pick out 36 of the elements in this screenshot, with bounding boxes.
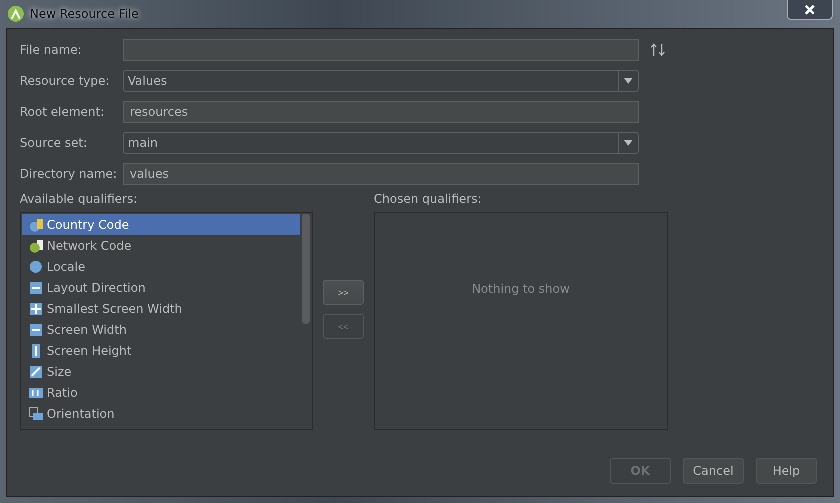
field-label: Source set: bbox=[20, 136, 88, 150]
move-button[interactable]: >> bbox=[323, 280, 364, 305]
scrollbar-thumb[interactable] bbox=[302, 214, 310, 324]
window-title: New Resource File bbox=[30, 7, 140, 21]
close-button[interactable] bbox=[787, 0, 833, 20]
screens-icon bbox=[29, 406, 43, 420]
list-item[interactable]: Network Code bbox=[22, 235, 300, 256]
globe-icon bbox=[29, 260, 43, 274]
readonly-field: resources bbox=[123, 101, 639, 123]
list-item[interactable]: Size bbox=[22, 361, 300, 382]
field-label: File name: bbox=[20, 43, 83, 57]
section-label: Chosen qualifiers: bbox=[374, 192, 483, 206]
dropdown-field[interactable]: Values bbox=[123, 70, 639, 92]
list-item[interactable]: Smallest Screen Width bbox=[22, 298, 300, 319]
dropdown-field[interactable]: main bbox=[123, 132, 639, 154]
empty-message: Nothing to show bbox=[472, 282, 570, 298]
dropdown-arrow-icon bbox=[624, 78, 633, 84]
list-item[interactable]: Orientation bbox=[22, 403, 300, 424]
dialog-button[interactable]: Help bbox=[756, 458, 817, 484]
list-item[interactable]: Screen Height bbox=[22, 340, 300, 361]
field-label: Directory name: bbox=[20, 167, 118, 181]
list-item[interactable]: Layout Direction bbox=[22, 277, 300, 298]
input-field[interactable] bbox=[123, 39, 639, 61]
list-item[interactable]: Ratio bbox=[22, 382, 300, 403]
list-item[interactable]: Locale bbox=[22, 256, 300, 277]
sort-arrows-icon[interactable] bbox=[650, 43, 666, 57]
field-label: Root element: bbox=[20, 105, 106, 119]
close-icon bbox=[804, 4, 816, 14]
section-label: Available qualifiers: bbox=[20, 192, 139, 206]
list-item[interactable]: Country Code bbox=[22, 214, 300, 235]
list-item[interactable]: Screen Width bbox=[22, 319, 300, 340]
dropdown-arrow-icon bbox=[624, 140, 633, 146]
dialog-button[interactable]: Cancel bbox=[683, 458, 744, 484]
field-label: Resource type: bbox=[20, 74, 111, 88]
readonly-field: values bbox=[123, 163, 639, 185]
android-logo-icon bbox=[8, 6, 24, 22]
